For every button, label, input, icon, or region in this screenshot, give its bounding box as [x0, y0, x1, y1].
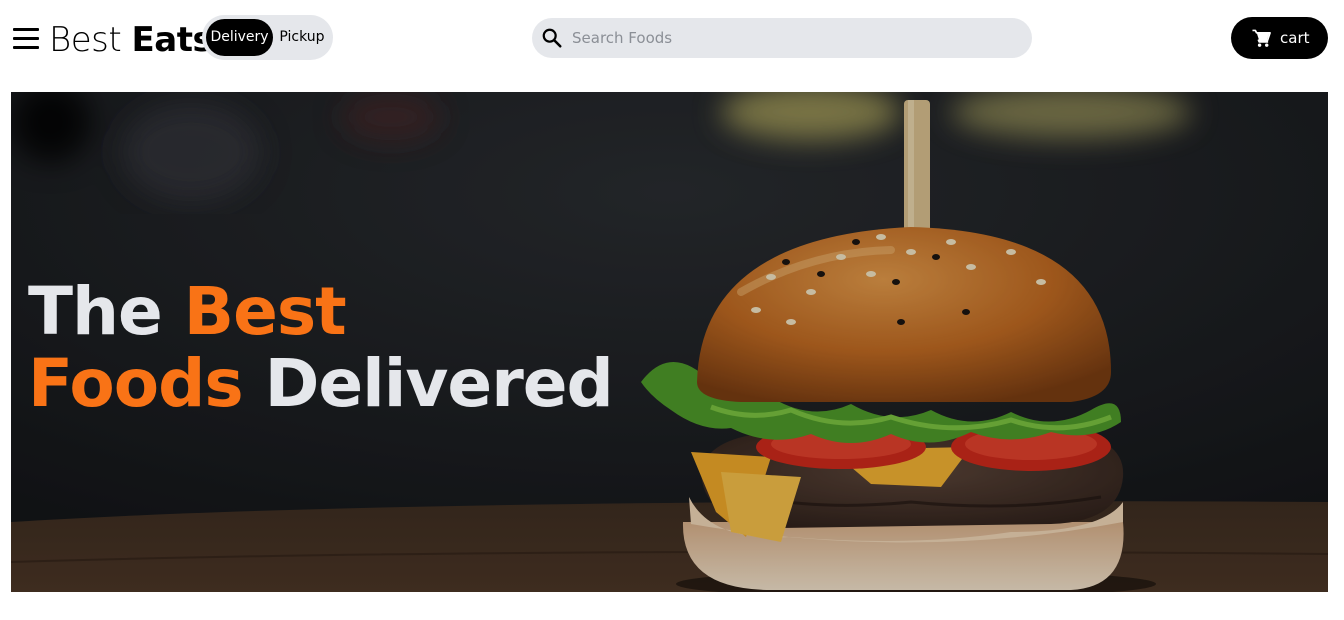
cart-label: cart — [1280, 29, 1310, 47]
cart-button[interactable]: cart — [1231, 17, 1328, 59]
hero-word-delivered: Delivered — [264, 345, 614, 422]
search-icon — [542, 28, 562, 48]
hamburger-menu-icon[interactable] — [13, 26, 39, 50]
hero-headline: The Best Foods Delivered — [28, 276, 648, 420]
delivery-option[interactable]: Delivery — [206, 19, 273, 56]
brand-logo[interactable]: Best Eats — [49, 18, 213, 62]
search-input[interactable] — [572, 18, 1012, 58]
hero-banner: The Best Foods Delivered — [11, 92, 1328, 592]
hero-word-foods: Foods — [28, 345, 244, 422]
navbar: Best Eats Delivery Pickup cart — [0, 0, 1344, 78]
cart-icon — [1252, 29, 1271, 47]
delivery-pickup-toggle: Delivery Pickup — [202, 15, 333, 60]
brand-name-light: Best — [49, 20, 122, 60]
search-bar — [532, 18, 1032, 58]
brand-name-bold: Eats — [131, 20, 213, 60]
pickup-option[interactable]: Pickup — [273, 19, 331, 56]
hero-word-the: The — [28, 273, 163, 350]
hero-word-best: Best — [183, 273, 347, 350]
